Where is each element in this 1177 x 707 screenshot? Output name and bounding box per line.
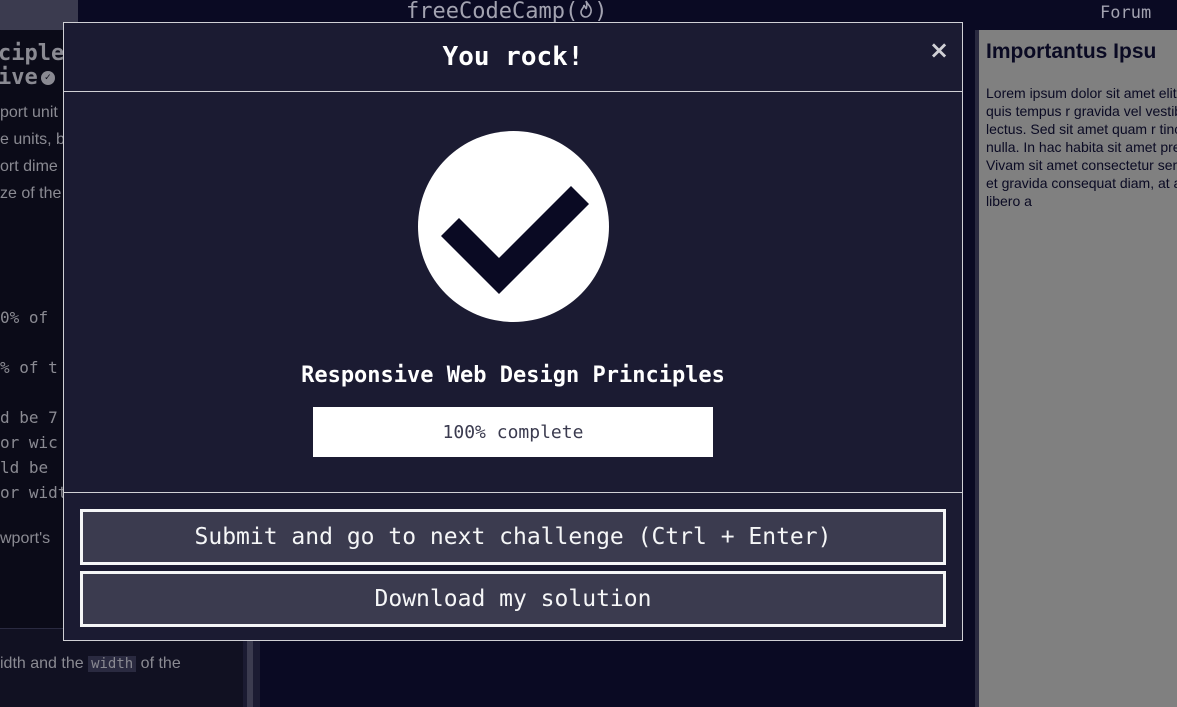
progress-text: 100% complete — [442, 421, 584, 443]
progress-bar: 100% complete — [313, 407, 713, 457]
instruction-code: ld be — [0, 458, 49, 477]
footer-text-part: of the — [136, 655, 181, 672]
close-icon[interactable]: × — [928, 37, 950, 63]
instruction-text: port unit — [0, 104, 58, 121]
footer-text-part: idth and the — [0, 655, 89, 672]
instruction-code: or wic — [0, 433, 58, 452]
preview-paragraph: Lorem ipsum dolor sit amet elit. Vivamus… — [986, 85, 1177, 209]
modal-title: You rock! — [442, 42, 584, 72]
preview-heading: Importantus Ipsu — [986, 40, 1157, 63]
instruction-text: ort dime — [0, 158, 58, 175]
download-solution-button[interactable]: Download my solution — [80, 571, 946, 627]
footer-text: idth and the width of the — [0, 655, 181, 673]
challenge-title-line2: ive — [0, 65, 38, 90]
instruction-text: e units, b — [0, 131, 65, 148]
brand-text-right: ) — [594, 0, 608, 24]
instruction-text: wport's — [0, 530, 51, 547]
brand-text-left: freeCodeCamp( — [406, 0, 579, 24]
forum-link[interactable]: Forum — [1100, 3, 1151, 23]
modal-header: You rock! × — [64, 23, 962, 92]
instruction-text: ze of the — [0, 185, 62, 202]
completion-modal: You rock! × Responsive Web Design Princi… — [63, 22, 963, 641]
instruction-code: d be 7 — [0, 408, 58, 427]
modal-footer: Submit and go to next challenge (Ctrl + … — [64, 492, 962, 640]
flame-icon — [579, 0, 593, 24]
certification-title: Responsive Web Design Principles — [301, 363, 725, 388]
completed-check-icon: ✓ — [40, 71, 55, 85]
submit-next-challenge-button[interactable]: Submit and go to next challenge (Ctrl + … — [80, 509, 946, 565]
instruction-code: % of t — [0, 358, 58, 377]
instruction-code: or widt — [0, 483, 68, 502]
preview-pane: Importantus Ipsu Lorem ipsum dolor sit a… — [979, 30, 1177, 707]
instruction-code: 0% of — [0, 308, 49, 327]
check-circle-icon — [418, 131, 609, 322]
inline-code: width — [88, 656, 137, 672]
